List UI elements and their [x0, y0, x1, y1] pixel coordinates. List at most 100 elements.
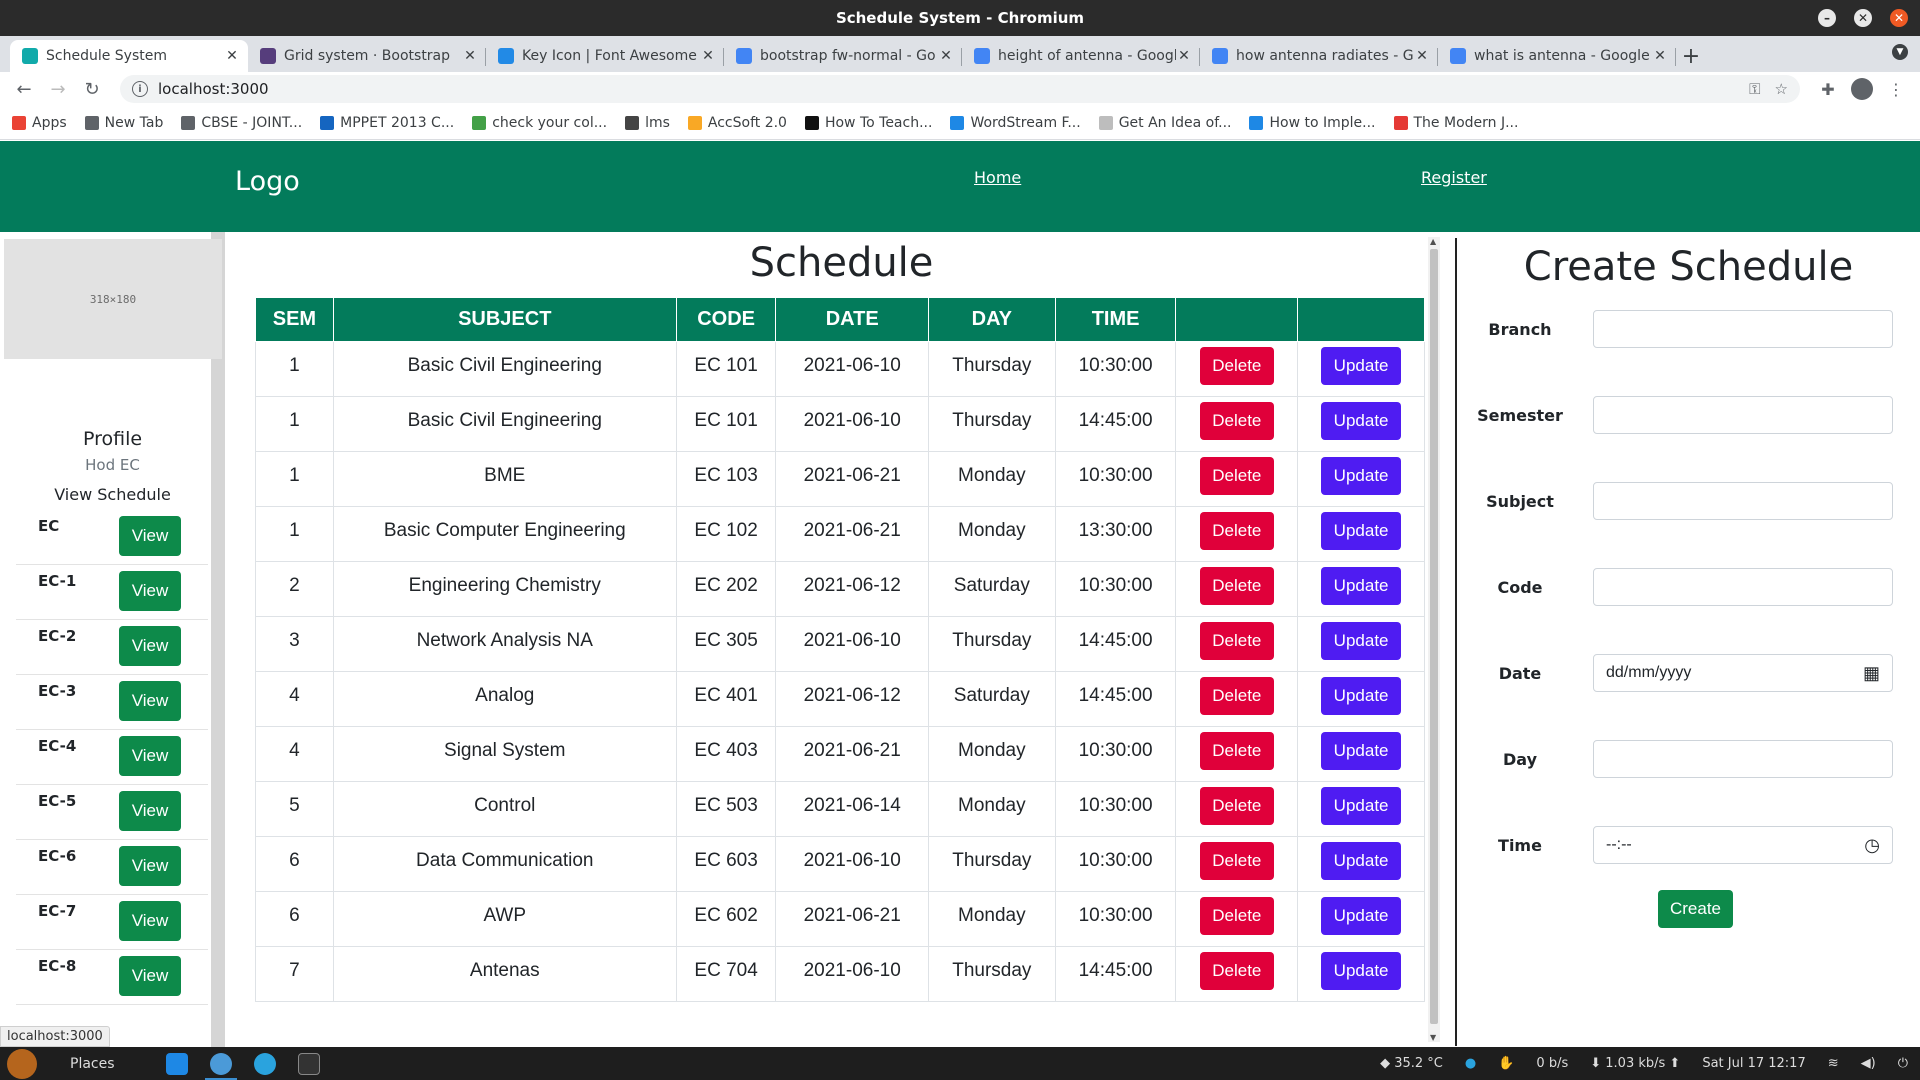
delete-button[interactable]: Delete [1199, 347, 1274, 385]
bookmark-item[interactable]: How to Imple... [1249, 115, 1376, 131]
site-info-icon[interactable]: i [132, 81, 148, 97]
clock[interactable]: Sat Jul 17 12:17 [1702, 1056, 1805, 1071]
profile-icon[interactable] [1848, 75, 1876, 103]
tab-close-icon[interactable]: ✕ [1176, 48, 1192, 64]
nav-home-link[interactable]: Home [974, 168, 1021, 187]
bookmark-item[interactable]: check your col... [472, 115, 607, 131]
minimize-icon[interactable]: – [1818, 9, 1836, 27]
delete-button[interactable]: Delete [1199, 787, 1274, 825]
delete-button[interactable]: Delete [1199, 457, 1274, 495]
os-menu-icon[interactable] [0, 1047, 44, 1080]
update-button[interactable]: Update [1321, 622, 1402, 660]
view-button[interactable]: View [119, 736, 181, 776]
forward-icon[interactable]: → [44, 75, 72, 103]
bookmark-item[interactable]: Get An Idea of... [1098, 115, 1231, 131]
delete-button[interactable]: Delete [1199, 512, 1274, 550]
semester-input[interactable] [1593, 396, 1893, 434]
close-window-icon[interactable]: ✕ [1890, 9, 1908, 27]
scrollbar-thumb[interactable] [1430, 249, 1438, 1024]
browser-tab[interactable]: height of antenna - Googl ✕ [962, 40, 1200, 72]
tab-close-icon[interactable]: ✕ [700, 48, 716, 64]
view-button[interactable]: View [119, 901, 181, 941]
update-button[interactable]: Update [1321, 842, 1402, 880]
bookmark-item[interactable]: lms [625, 115, 670, 131]
extensions-icon[interactable]: ✚ [1814, 75, 1842, 103]
bookmark-item[interactable]: Apps [12, 115, 67, 131]
browser-tab[interactable]: how antenna radiates - Go ✕ [1200, 40, 1438, 72]
tab-close-icon[interactable]: ✕ [938, 48, 954, 64]
bookmark-item[interactable]: CBSE - JOINT... [181, 115, 302, 131]
nav-register-link[interactable]: Register [1421, 168, 1487, 187]
delete-button[interactable]: Delete [1199, 622, 1274, 660]
scroll-down-icon[interactable]: ▼ [1430, 1033, 1436, 1042]
delete-button[interactable]: Delete [1199, 677, 1274, 715]
update-button[interactable]: Update [1321, 347, 1402, 385]
code-input[interactable] [1593, 568, 1893, 606]
bookmark-item[interactable]: How To Teach... [804, 115, 932, 131]
reload-icon[interactable]: ↻ [78, 75, 106, 103]
view-button[interactable]: View [119, 846, 181, 886]
tab-search-icon[interactable]: ▼ [1892, 44, 1908, 60]
bookmark-star-icon[interactable]: ☆ [1775, 80, 1788, 98]
update-button[interactable]: Update [1321, 512, 1402, 550]
subject-input[interactable] [1593, 482, 1893, 520]
maximize-icon[interactable]: ✕ [1854, 9, 1872, 27]
site-logo[interactable]: Logo [235, 166, 300, 197]
delete-button[interactable]: Delete [1199, 952, 1274, 990]
update-button[interactable]: Update [1321, 732, 1402, 770]
bookmark-item[interactable]: MPPET 2013 C... [320, 115, 454, 131]
delete-button[interactable]: Delete [1199, 842, 1274, 880]
update-button[interactable]: Update [1321, 787, 1402, 825]
browser-tab[interactable]: what is antenna - Google ✕ [1438, 40, 1676, 72]
tab-close-icon[interactable]: ✕ [462, 48, 478, 64]
bookmark-item[interactable]: New Tab [84, 115, 163, 131]
terminal-icon[interactable] [287, 1047, 331, 1080]
bookmark-item[interactable]: The Modern J... [1393, 115, 1518, 131]
telegram-icon[interactable] [243, 1047, 287, 1080]
view-button[interactable]: View [119, 626, 181, 666]
time-input[interactable]: --:-- ◷ [1593, 826, 1893, 864]
tab-close-icon[interactable]: ✕ [224, 48, 240, 64]
view-button[interactable]: View [119, 516, 181, 556]
calendar-icon[interactable]: ▦ [1863, 663, 1880, 684]
create-button[interactable]: Create [1658, 890, 1733, 928]
key-icon[interactable]: ⚿ [1749, 80, 1760, 98]
view-button[interactable]: View [119, 681, 181, 721]
update-button[interactable]: Update [1321, 567, 1402, 605]
bookmark-item[interactable]: WordStream F... [950, 115, 1081, 131]
back-icon[interactable]: ← [10, 75, 38, 103]
browser-tab[interactable]: Key Icon | Font Awesome ✕ [486, 40, 724, 72]
bookmark-item[interactable]: AccSoft 2.0 [687, 115, 787, 131]
update-button[interactable]: Update [1321, 457, 1402, 495]
vscode-icon[interactable] [155, 1047, 199, 1080]
clock-icon[interactable]: ◷ [1864, 835, 1880, 856]
delete-button[interactable]: Delete [1199, 897, 1274, 935]
wifi-icon[interactable]: ≋ [1828, 1056, 1839, 1071]
places-menu[interactable]: Places [70, 1056, 115, 1072]
view-button[interactable]: View [119, 571, 181, 611]
update-button[interactable]: Update [1321, 897, 1402, 935]
date-input[interactable]: dd/mm/yyyy ▦ [1593, 654, 1893, 692]
update-button[interactable]: Update [1321, 952, 1402, 990]
chromium-icon[interactable] [199, 1047, 243, 1080]
browser-tab[interactable]: Grid system · Bootstrap ✕ [248, 40, 486, 72]
menu-icon[interactable]: ⋮ [1882, 75, 1910, 103]
day-input[interactable] [1593, 740, 1893, 778]
scroll-up-icon[interactable]: ▲ [1430, 237, 1436, 246]
branch-input[interactable] [1593, 310, 1893, 348]
browser-tab[interactable]: Schedule System ✕ [10, 40, 248, 72]
update-button[interactable]: Update [1321, 402, 1402, 440]
view-button[interactable]: View [119, 956, 181, 996]
tray-app-icon[interactable]: ✋ [1498, 1056, 1514, 1071]
delete-button[interactable]: Delete [1199, 567, 1274, 605]
volume-icon[interactable]: ◀) [1861, 1056, 1876, 1071]
delete-button[interactable]: Delete [1199, 732, 1274, 770]
browser-tab[interactable]: bootstrap fw-normal - Go ✕ [724, 40, 962, 72]
tab-close-icon[interactable]: ✕ [1414, 48, 1430, 64]
power-icon[interactable]: ⏻ [1898, 1056, 1908, 1071]
telegram-tray-icon[interactable]: ● [1465, 1056, 1476, 1071]
new-tab-icon[interactable]: + [1676, 40, 1706, 72]
update-button[interactable]: Update [1321, 677, 1402, 715]
address-bar[interactable]: i localhost:3000 ⚿ ☆ [120, 75, 1800, 103]
view-button[interactable]: View [119, 791, 181, 831]
